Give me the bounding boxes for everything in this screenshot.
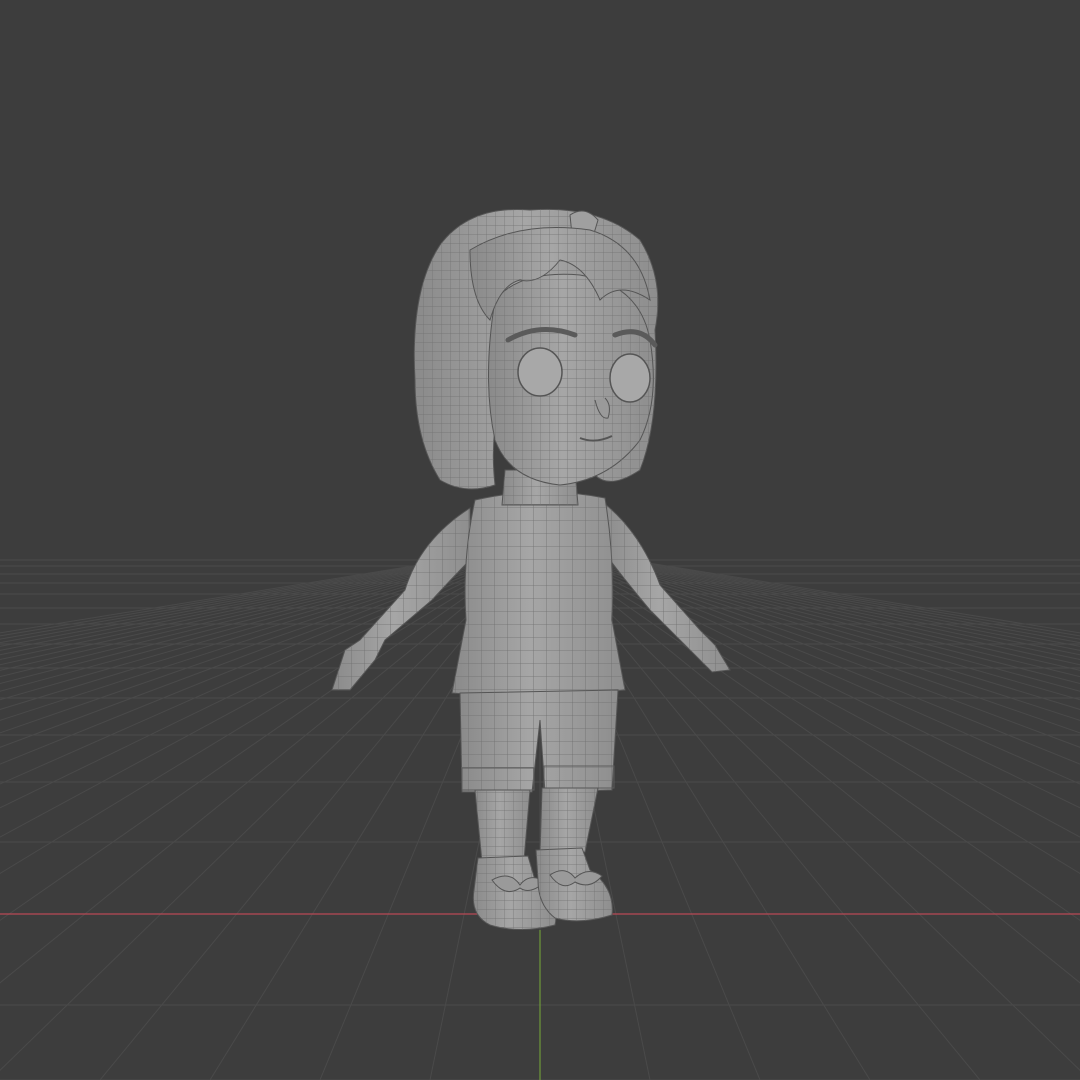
grid-line <box>0 559 499 734</box>
grid-line <box>605 559 1080 666</box>
grid-line <box>0 559 460 644</box>
grid-line <box>593 559 1080 692</box>
grid-line <box>0 559 481 678</box>
grid-line <box>602 559 1080 671</box>
viewport-canvas[interactable] <box>0 0 1080 1080</box>
grid-line <box>560 559 1080 921</box>
grid-line <box>0 559 490 701</box>
shorts[interactable] <box>459 689 619 793</box>
grid-line <box>0 559 523 984</box>
grid-line <box>0 559 520 921</box>
grid-line <box>557 559 1080 984</box>
grid-line <box>0 559 493 710</box>
grid-line <box>575 559 1080 765</box>
right-eye[interactable] <box>609 353 651 403</box>
grid-line <box>0 559 475 666</box>
grid-line <box>0 559 514 838</box>
grid-line <box>0 559 505 765</box>
right-shoe[interactable] <box>535 847 613 922</box>
grid-line <box>0 559 484 685</box>
grid-line <box>0 559 478 671</box>
grid-line <box>0 559 496 721</box>
right-leg[interactable] <box>539 787 599 856</box>
grid-line <box>584 559 1080 721</box>
grid-line <box>587 559 1080 710</box>
grid-line <box>590 559 1080 701</box>
grid-line <box>551 559 981 1080</box>
grid-line <box>0 559 487 692</box>
grid-line <box>0 559 463 647</box>
grid-line <box>566 559 1080 838</box>
left-leg[interactable] <box>474 789 531 863</box>
grid-line <box>599 559 1080 678</box>
3d-viewport[interactable] <box>0 0 1080 1080</box>
grid-line <box>596 559 1080 685</box>
shirt[interactable] <box>451 491 626 697</box>
left-eye[interactable] <box>517 347 563 397</box>
grid-line <box>581 559 1080 734</box>
